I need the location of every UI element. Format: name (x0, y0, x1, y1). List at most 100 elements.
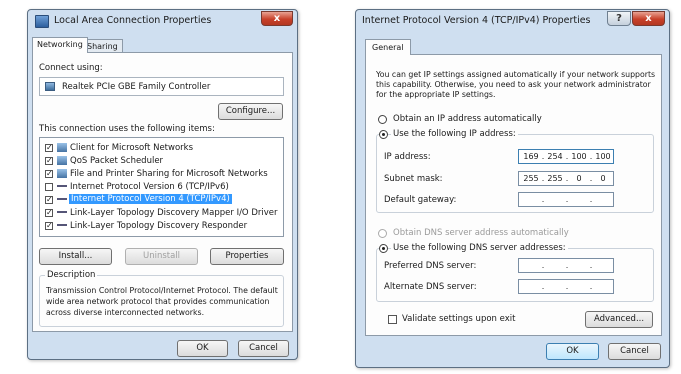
default-gateway-field[interactable]: . . . (518, 192, 614, 207)
separator: . (589, 282, 593, 291)
description-line: Transmission Control Protocol/Internet P… (46, 286, 278, 295)
mask-octet: 0 (576, 174, 582, 183)
client-icon (57, 143, 67, 152)
tab-networking[interactable]: Networking (32, 37, 88, 53)
protocol-icon (57, 224, 67, 226)
item-label: Client for Microsoft Networks (70, 143, 194, 153)
separator: . (565, 282, 569, 291)
protocol-icon (57, 211, 67, 213)
ip-address-field[interactable]: 169 . 254 . 100 . 100 (518, 149, 614, 164)
checkbox[interactable]: ✓ (45, 222, 53, 230)
intro-line: You can get IP settings assigned automat… (376, 70, 656, 79)
items-label: This connection uses the following items… (39, 124, 215, 134)
item-label: File and Printer Sharing for Microsoft N… (70, 169, 268, 179)
close-button[interactable]: x (632, 11, 665, 26)
window-title: Internet Protocol Version 4 (TCP/IPv4) P… (362, 15, 591, 26)
validate-label: Validate settings upon exit (402, 314, 516, 324)
title-bar[interactable]: Internet Protocol Version 4 (TCP/IPv4) P… (356, 10, 669, 32)
intro-line: this capability. Otherwise, you need to … (376, 80, 651, 89)
checkbox[interactable]: ✓ (45, 157, 53, 165)
separator: . (565, 261, 569, 270)
ip-octet: 100 (595, 152, 611, 161)
adapter-field: Realtek PCIe GBE Family Controller (39, 77, 284, 96)
ip-octet: 254 (547, 152, 563, 161)
cancel-button[interactable]: Cancel (238, 340, 289, 357)
obtain-ip-auto-radio[interactable] (378, 115, 387, 124)
preferred-dns-field[interactable]: . . . (518, 258, 614, 273)
tab-sharing[interactable]: Sharing (82, 39, 123, 53)
close-icon: x (645, 13, 652, 24)
dns-group: Use the following DNS server addresses: … (376, 243, 654, 302)
default-gateway-label: Default gateway: (384, 195, 457, 205)
ip-octet: 169 (523, 152, 539, 161)
separator: . (541, 195, 545, 204)
item-label: QoS Packet Scheduler (70, 156, 164, 166)
checkbox[interactable] (45, 183, 53, 191)
help-button[interactable]: ? (607, 11, 631, 26)
item-label: Link-Layer Topology Discovery Mapper I/O… (70, 208, 278, 218)
cancel-button[interactable]: Cancel (608, 343, 661, 360)
components-list: ✓ Client for Microsoft Networks ✓ QoS Pa… (39, 137, 284, 237)
share-icon (57, 169, 67, 178)
mask-octet: 0 (600, 174, 606, 183)
use-following-dns-label: Use the following DNS server addresses: (391, 243, 568, 253)
ok-button[interactable]: OK (546, 343, 599, 360)
ipv4-properties-window: Internet Protocol Version 4 (TCP/IPv4) P… (355, 9, 670, 368)
separator: . (589, 195, 593, 204)
ip-address-label: IP address: (384, 152, 431, 162)
protocol-icon (57, 185, 67, 187)
list-item[interactable]: ✓ Link-Layer Topology Discovery Responde… (43, 220, 281, 232)
install-button[interactable]: Install... (39, 248, 112, 265)
checkbox[interactable]: ✓ (45, 196, 53, 204)
item-label-selected: Internet Protocol Version 4 (TCP/IPv4) (69, 194, 232, 204)
configure-button[interactable]: Configure... (218, 103, 283, 120)
use-following-ip-label: Use the following IP address: (391, 129, 518, 139)
close-icon: x (273, 13, 281, 24)
ok-button[interactable]: OK (177, 340, 228, 357)
obtain-dns-auto-label: Obtain DNS server address automatically (393, 228, 569, 238)
preferred-dns-label: Preferred DNS server: (384, 261, 477, 271)
use-following-ip-radio[interactable] (379, 130, 388, 139)
window-title: Local Area Connection Properties (54, 15, 212, 26)
mask-octet: 255 (547, 174, 563, 183)
tab-general[interactable]: General (365, 39, 411, 55)
list-item[interactable]: ✓ Client for Microsoft Networks (43, 142, 281, 154)
separator: . (541, 261, 545, 270)
alternate-dns-label: Alternate DNS server: (384, 282, 477, 292)
validate-checkbox[interactable] (388, 315, 397, 324)
use-following-dns-radio[interactable] (379, 244, 388, 253)
checkbox[interactable]: ✓ (45, 170, 53, 178)
checkbox[interactable]: ✓ (45, 209, 53, 217)
subnet-mask-field[interactable]: 255 . 255 . 0 . 0 (518, 171, 614, 186)
description-line: across diverse interconnected networks. (46, 308, 205, 317)
help-icon: ? (616, 13, 622, 24)
intro-line: for the appropriate IP settings. (376, 90, 496, 99)
protocol-icon (57, 198, 67, 200)
obtain-dns-auto-radio (378, 229, 387, 238)
scheduler-icon (57, 156, 67, 165)
adapter-name: Realtek PCIe GBE Family Controller (62, 82, 211, 92)
item-label: Link-Layer Topology Discovery Responder (70, 221, 248, 231)
networking-tab-panel: Connect using: Realtek PCIe GBE Family C… (32, 52, 293, 332)
title-bar[interactable]: Local Area Connection Properties x (28, 10, 297, 32)
uninstall-button: Uninstall (125, 248, 198, 265)
list-item[interactable]: ✓ Link-Layer Topology Discovery Mapper I… (43, 207, 281, 219)
ip-address-group: Use the following IP address: IP address… (376, 129, 654, 213)
list-item[interactable]: ✓ QoS Packet Scheduler (43, 155, 281, 167)
mask-octet: 255 (523, 174, 539, 183)
alternate-dns-field[interactable]: . . . (518, 279, 614, 294)
subnet-mask-label: Subnet mask: (384, 174, 443, 184)
checkbox[interactable]: ✓ (45, 144, 53, 152)
properties-button[interactable]: Properties (210, 248, 284, 265)
advanced-button[interactable]: Advanced... (585, 311, 653, 328)
adapter-icon (45, 82, 55, 91)
obtain-ip-auto-label: Obtain an IP address automatically (393, 114, 542, 124)
ip-octet: 100 (571, 152, 587, 161)
description-line: wide area network protocol that provides… (46, 297, 270, 306)
description-title: Description (45, 270, 98, 280)
list-item[interactable]: Internet Protocol Version 6 (TCP/IPv6) (43, 181, 281, 193)
list-item[interactable]: ✓ File and Printer Sharing for Microsoft… (43, 168, 281, 180)
list-item[interactable]: ✓ Internet Protocol Version 4 (TCP/IPv4) (43, 194, 281, 206)
network-icon (35, 15, 49, 28)
close-button[interactable]: x (261, 11, 293, 26)
